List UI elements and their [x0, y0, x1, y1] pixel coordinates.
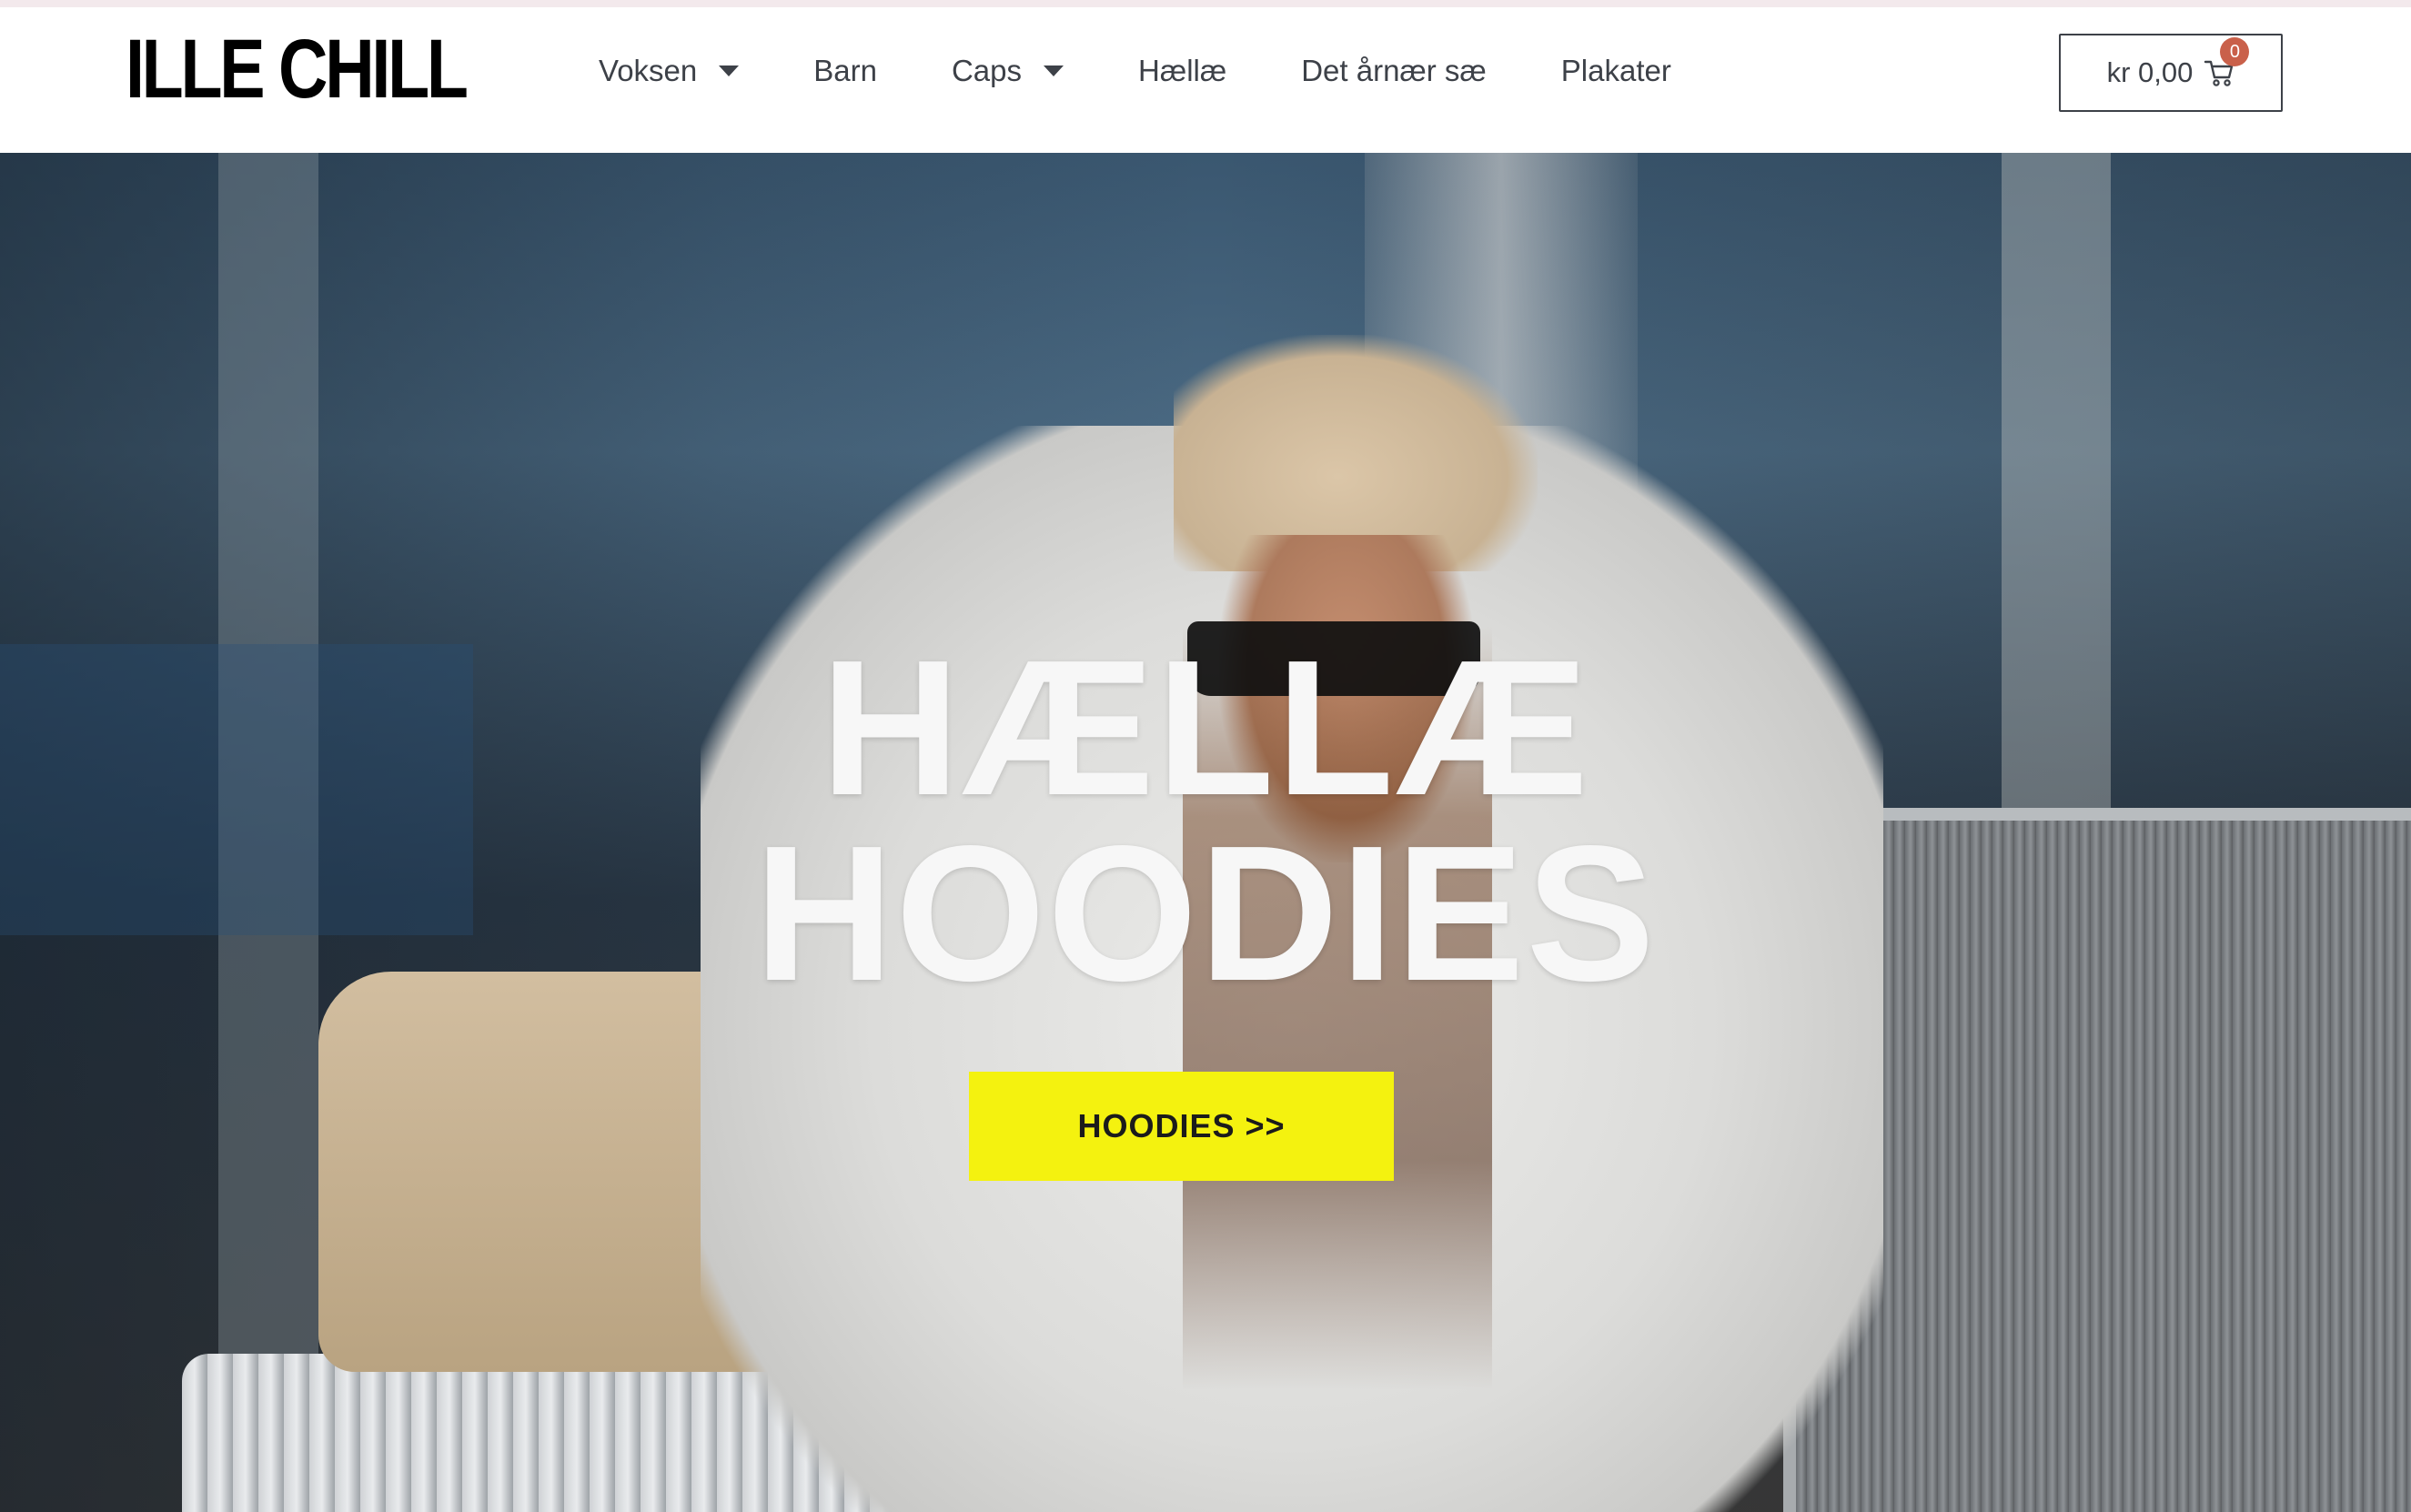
nav-item-haellae[interactable]: Hællæ: [1138, 35, 1226, 107]
nav-item-label: Det årnær sæ: [1301, 54, 1487, 87]
cart-count-badge: 0: [2220, 37, 2250, 66]
nav-item-label: Voksen: [599, 54, 698, 87]
nav-item-barn[interactable]: Barn: [813, 35, 877, 107]
nav-item-plakater[interactable]: Plakater: [1561, 35, 1671, 107]
cart-button[interactable]: kr 0,00 0: [2059, 34, 2283, 112]
main-nav: Voksen Barn Caps Hællæ Det årnær sæ Plak…: [599, 35, 1746, 107]
hero-title-line-2: HOODIES: [754, 805, 1657, 1021]
hero-banner: HÆLLÆ HOODIES HOODIES >>: [0, 153, 2411, 1512]
caret-down-icon: [1044, 66, 1064, 76]
caret-down-icon: [719, 66, 740, 76]
site-logo[interactable]: ILLE CHILL: [126, 22, 469, 116]
nav-item-label: Plakater: [1560, 54, 1671, 87]
hoodies-cta-button[interactable]: HOODIES >>: [969, 1072, 1394, 1181]
cart-amount: kr 0,00: [2106, 56, 2194, 88]
top-strip: [0, 0, 2411, 7]
nav-item-label: Barn: [813, 54, 877, 87]
nav-item-label: Hællæ: [1138, 54, 1227, 87]
cart-icon: 0: [2204, 37, 2250, 88]
nav-item-voksen[interactable]: Voksen: [599, 35, 740, 107]
site-header: ILLE CHILL Voksen Barn Caps Hællæ Det år…: [0, 7, 2411, 153]
hero-title-line-1: HÆLLÆ: [820, 620, 1591, 835]
nav-item-caps[interactable]: Caps: [952, 35, 1064, 107]
nav-item-det-arnaer-sae[interactable]: Det årnær sæ: [1301, 35, 1487, 107]
nav-item-label: Caps: [951, 54, 1023, 87]
hero-title: HÆLLÆ HOODIES: [0, 620, 2411, 1021]
